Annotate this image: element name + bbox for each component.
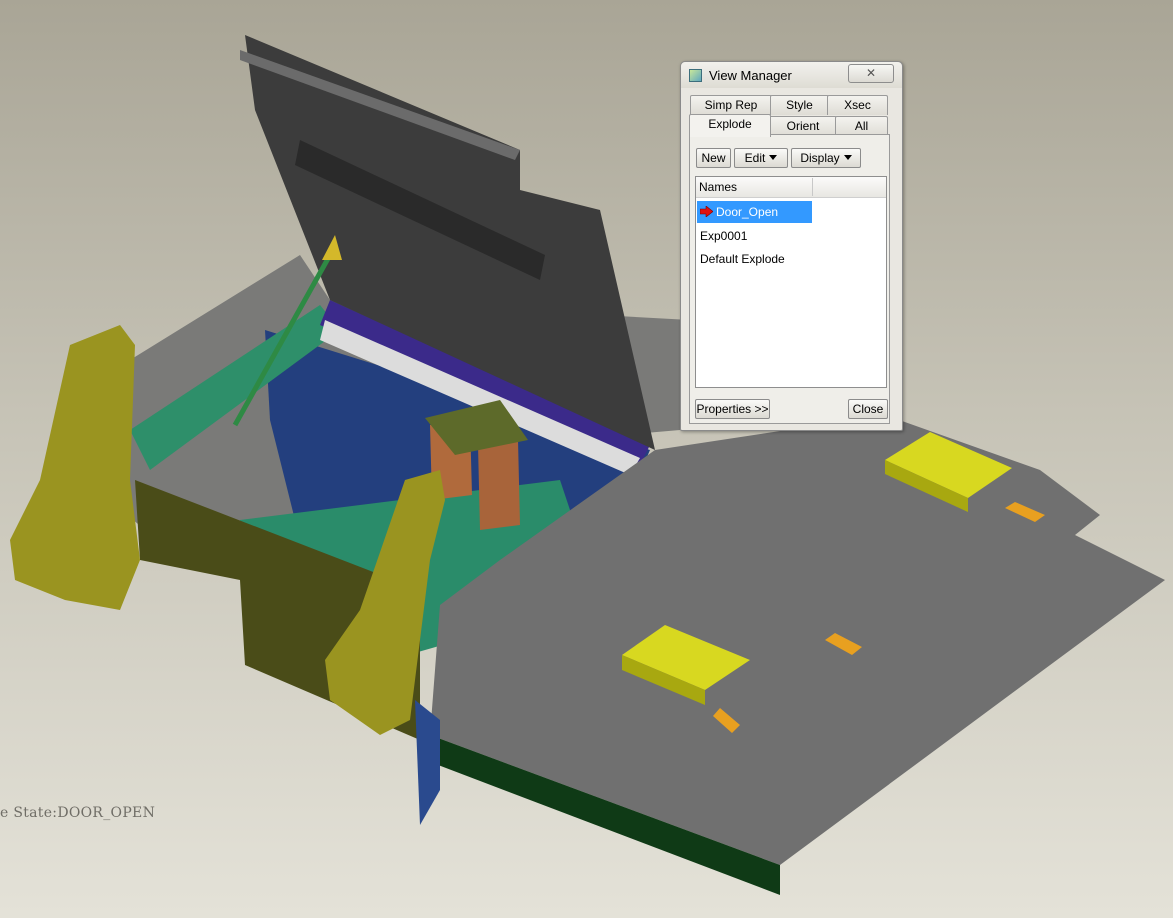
names-column-header[interactable]: Names [696,177,886,198]
cad-assembly-model[interactable] [0,0,1173,918]
tab-xsec[interactable]: Xsec [827,95,888,115]
column-divider[interactable] [812,178,813,196]
new-button[interactable]: New [696,148,731,168]
copper-post-right [478,440,520,530]
chevron-down-icon [843,155,852,160]
display-menu-button[interactable]: Display [791,148,861,168]
list-item-label: Default Explode [700,252,785,266]
properties-button[interactable]: Properties >> [695,399,770,419]
list-item-door-open[interactable]: Door_Open [697,201,812,223]
close-button[interactable]: Close [848,399,888,419]
olive-bracket-left [10,325,140,610]
new-button-label: New [701,151,726,165]
names-header-label: Names [699,180,738,194]
dialog-title: View Manager [709,68,792,83]
chevron-down-icon [769,155,778,160]
model-viewport[interactable]: e State:DOOR_OPEN [0,0,1173,918]
blue-lower-flange [415,700,440,825]
close-icon[interactable]: ✕ [848,64,894,83]
list-item-label: Exp0001 [700,229,748,243]
display-button-label: Display [800,151,840,165]
tab-explode[interactable]: Explode [689,114,771,137]
edit-menu-button[interactable]: Edit [734,148,788,168]
properties-button-label: Properties >> [696,402,769,416]
tab-all[interactable]: All [835,116,888,136]
view-manager-dialog: View Manager ✕ Simp Rep Style Xsec Explo… [680,61,903,431]
names-list[interactable]: Names Door_Open Exp0001 Default Explode [695,176,887,388]
close-button-label: Close [852,402,884,416]
view-state-label: e State:DOOR_OPEN [0,805,156,821]
list-item-label: Door_Open [716,205,779,219]
edit-button-label: Edit [744,151,766,165]
tab-style[interactable]: Style [770,95,829,115]
tab-orient[interactable]: Orient [769,116,837,136]
red-arrow-icon [700,206,713,217]
dialog-titlebar[interactable]: View Manager ✕ [681,62,902,88]
tab-simp-rep[interactable]: Simp Rep [690,95,772,115]
view-manager-icon [689,69,702,82]
list-item-exp0001[interactable]: Exp0001 [697,225,747,247]
list-item-default-explode[interactable]: Default Explode [697,248,785,270]
